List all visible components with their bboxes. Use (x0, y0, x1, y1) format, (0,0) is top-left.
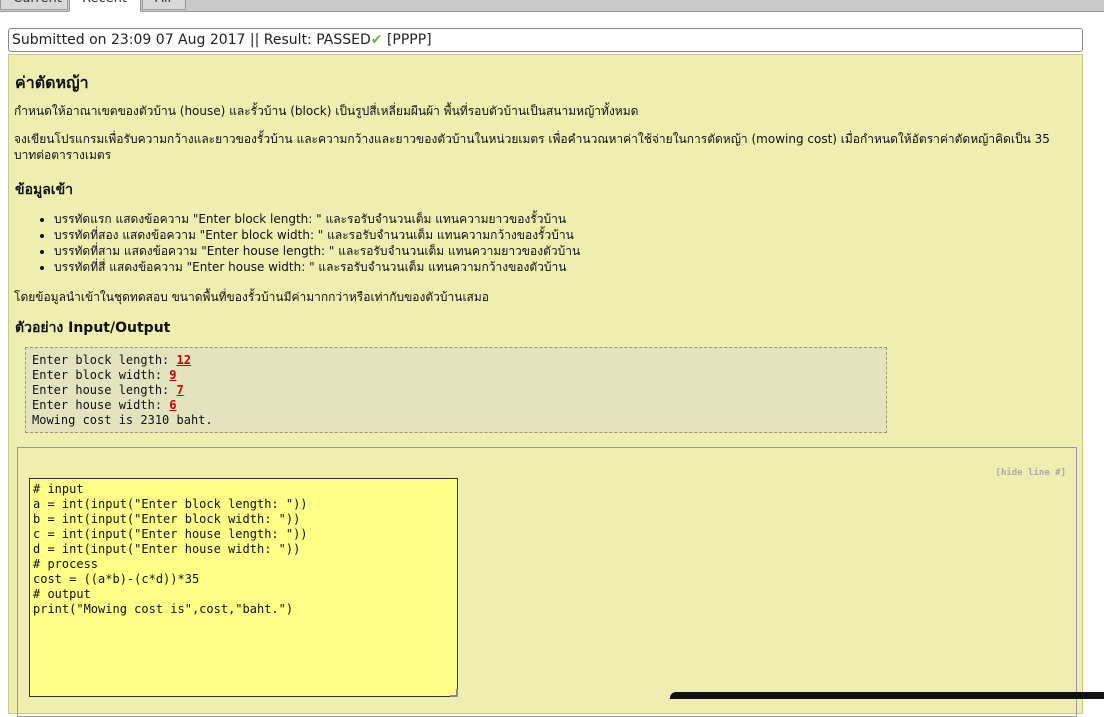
sample-prompt: Enter house length: (32, 383, 177, 397)
tab-current[interactable]: Current (0, 0, 68, 10)
sample-input-value: 9 (169, 368, 177, 382)
sample-output: Mowing cost is 2310 baht. (32, 413, 213, 427)
example-heading: ตัวอย่าง Input/Output (15, 320, 171, 336)
sample-prompt: Enter house width: (32, 398, 170, 412)
list-item: บรรทัดแรก แสดงข้อความ "Enter block lengt… (54, 211, 580, 227)
input-constraint: โดยข้อมูลนำเข้าในชุดทดสอบ ขนาดพื้นที่ของ… (14, 290, 489, 304)
sample-input-value: 6 (169, 398, 177, 412)
window-edge-shadow (670, 692, 1104, 699)
list-item: บรรทัดที่สาม แสดงข้อความ "Enter house le… (54, 243, 580, 259)
hide-line-link[interactable]: [hide line #] (996, 468, 1066, 478)
sample-line: Enter house length: 7 (32, 383, 880, 398)
problem-description-2: จงเขียนโปรแกรมเพื่อรับความกว้างและยาวของ… (14, 132, 1050, 146)
sample-line: Enter block width: 9 (32, 368, 880, 383)
list-item: บรรทัดที่สี่ แสดงข้อความ "Enter house wi… (54, 259, 580, 275)
problem-description-1: กำหนดให้อาณาเขตของตัวบ้าน (house) และรั้… (14, 104, 639, 118)
sample-line: Enter block length: 12 (32, 353, 880, 368)
code-panel: [hide line #] # input a = int(input("Ent… (17, 447, 1077, 717)
problem-statement: ค่าตัดหญ้า กำหนดให้อาณาเขตของตัวบ้าน (ho… (8, 54, 1083, 717)
sample-input-value: 12 (176, 353, 191, 367)
submission-status-bar: Submitted on 23:09 07 Aug 2017 || Result… (8, 28, 1083, 52)
problem-description-2-cont: บาทต่อตารางเมตร (14, 148, 112, 162)
input-heading: ข้อมูลเข้า (15, 182, 74, 198)
sample-input-value: 7 (176, 383, 184, 397)
sample-io-box: Enter block length: 12 Enter block width… (25, 347, 887, 433)
tab-bar: Current Recent All (0, 0, 1104, 12)
source-code-textarea[interactable]: # input a = int(input("Enter block lengt… (29, 478, 458, 697)
list-item: บรรทัดที่สอง แสดงข้อความ "Enter block wi… (54, 227, 580, 243)
sample-line: Mowing cost is 2310 baht. (32, 413, 880, 428)
submission-text: Submitted on 23:09 07 Aug 2017 || Result… (12, 32, 371, 48)
sample-line: Enter house width: 6 (32, 398, 880, 413)
sample-prompt: Enter block width: (32, 368, 170, 382)
sample-prompt: Enter block length: (32, 353, 177, 367)
tab-recent[interactable]: Recent (69, 0, 141, 12)
problem-title: ค่าตัดหญ้า (15, 73, 89, 92)
resize-grip-icon[interactable] (450, 689, 458, 697)
input-spec-list: บรรทัดแรก แสดงข้อความ "Enter block lengt… (14, 211, 580, 275)
submission-grade: [PPPP] (386, 32, 432, 48)
passed-check-icon: ✔ (370, 32, 383, 48)
tab-all[interactable]: All (142, 0, 186, 10)
